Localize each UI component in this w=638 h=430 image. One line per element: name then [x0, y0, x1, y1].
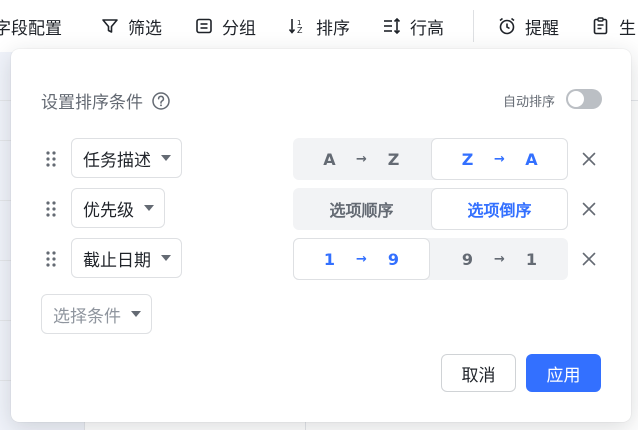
grid-line	[0, 200, 11, 201]
sort-field-select[interactable]: 任务描述	[71, 138, 182, 178]
toolbar-row-height-label: 行高	[410, 18, 444, 39]
svg-text:Z: Z	[297, 26, 303, 35]
arrow-right-icon: →	[494, 251, 505, 267]
sort-direction-segment: 1 → 9 9 → 1	[293, 238, 568, 280]
grid-line	[305, 422, 306, 430]
range-end: A	[525, 149, 538, 169]
caret-down-icon	[144, 205, 154, 211]
view-toolbar: 字段配置 筛选 分组 1Z 排序 行高 提醒 生	[0, 0, 638, 52]
drag-handle-icon[interactable]	[45, 199, 57, 219]
cancel-button[interactable]: 取消	[441, 354, 516, 392]
toolbar-filter[interactable]: 筛选	[100, 14, 162, 39]
toggle-knob	[568, 91, 584, 107]
add-condition-placeholder: 选择条件	[53, 306, 121, 327]
sort-option-order-label: 选项顺序	[329, 201, 394, 220]
toolbar-reminder[interactable]: 提醒	[497, 14, 559, 39]
sort-row: 任务描述 A → Z Z → A	[11, 138, 631, 180]
sort-descending-option[interactable]: Z → A	[431, 138, 568, 180]
sort-row: 优先级 选项顺序 选项倒序	[11, 188, 631, 230]
caret-down-icon	[161, 255, 171, 261]
toolbar-generate[interactable]: 生	[591, 14, 636, 39]
sort-direction-segment: 选项顺序 选项倒序	[293, 188, 568, 230]
sort-descending-option[interactable]: 9 → 1	[431, 238, 568, 280]
arrow-right-icon: →	[494, 151, 505, 167]
popup-title-text: 设置排序条件	[41, 93, 143, 113]
arrow-right-icon: →	[356, 151, 367, 167]
toolbar-field-config-label: 字段配置	[0, 18, 62, 39]
range-start: A	[323, 149, 336, 169]
remove-condition-icon[interactable]	[579, 149, 599, 169]
range-end: 1	[525, 249, 538, 269]
toolbar-reminder-label: 提醒	[525, 18, 559, 39]
toolbar-row-height[interactable]: 行高	[382, 14, 444, 39]
grid-line	[84, 422, 85, 430]
sort-field-label: 截止日期	[83, 250, 151, 271]
auto-sort-toggle[interactable]	[566, 89, 602, 109]
row-height-icon	[382, 16, 402, 36]
range-end: Z	[387, 149, 400, 169]
toolbar-field-config[interactable]: 字段配置	[0, 14, 62, 39]
sort-option-reverse[interactable]: 选项倒序	[431, 188, 568, 230]
remove-condition-icon[interactable]	[579, 249, 599, 269]
drag-handle-icon[interactable]	[45, 149, 57, 169]
sort-row: 截止日期 1 → 9 9 → 1	[11, 238, 631, 280]
sort-ascending-option[interactable]: 1 → 9	[293, 238, 430, 280]
add-condition-select[interactable]: 选择条件	[41, 294, 152, 334]
sort-ascending-option[interactable]: A → Z	[293, 138, 430, 180]
toolbar-sort-label: 排序	[316, 18, 350, 39]
toolbar-divider	[473, 10, 474, 42]
help-icon[interactable]	[151, 91, 171, 111]
sort-field-select[interactable]: 优先级	[71, 188, 165, 228]
group-icon	[194, 16, 214, 36]
sort-option-order[interactable]: 选项顺序	[293, 188, 430, 230]
sort-field-label: 任务描述	[83, 150, 151, 171]
caret-down-icon	[161, 155, 171, 161]
auto-sort-label: 自动排序	[502, 95, 555, 110]
range-start: 1	[323, 249, 336, 269]
grid-line	[0, 380, 11, 381]
apply-button[interactable]: 应用	[526, 354, 601, 392]
toolbar-filter-label: 筛选	[128, 18, 162, 39]
sort-direction-segment: A → Z Z → A	[293, 138, 568, 180]
caret-down-icon	[131, 311, 141, 317]
toolbar-group[interactable]: 分组	[194, 14, 256, 39]
toolbar-sort[interactable]: 1Z 排序	[288, 14, 350, 39]
range-start: 9	[461, 249, 474, 269]
sort-conditions-popup: 设置排序条件 自动排序 任务描述 A → Z Z → A 优先级 选项顺序 选项…	[11, 49, 631, 422]
range-start: Z	[461, 149, 474, 169]
grid-line	[0, 260, 11, 261]
popup-title: 设置排序条件	[41, 88, 171, 113]
grid-line	[0, 140, 11, 141]
filter-icon	[100, 16, 120, 36]
remove-condition-icon[interactable]	[579, 199, 599, 219]
clipboard-icon	[591, 16, 611, 36]
sort-option-reverse-label: 选项倒序	[467, 201, 532, 220]
sort-field-label: 优先级	[83, 200, 134, 221]
alarm-clock-icon	[497, 16, 517, 36]
toolbar-generate-label: 生	[619, 18, 636, 39]
range-end: 9	[387, 249, 400, 269]
sort-field-select[interactable]: 截止日期	[71, 238, 182, 278]
toolbar-group-label: 分组	[222, 18, 256, 39]
sort-icon: 1Z	[288, 16, 308, 36]
drag-handle-icon[interactable]	[45, 249, 57, 269]
grid-line	[0, 320, 11, 321]
arrow-right-icon: →	[356, 251, 367, 267]
